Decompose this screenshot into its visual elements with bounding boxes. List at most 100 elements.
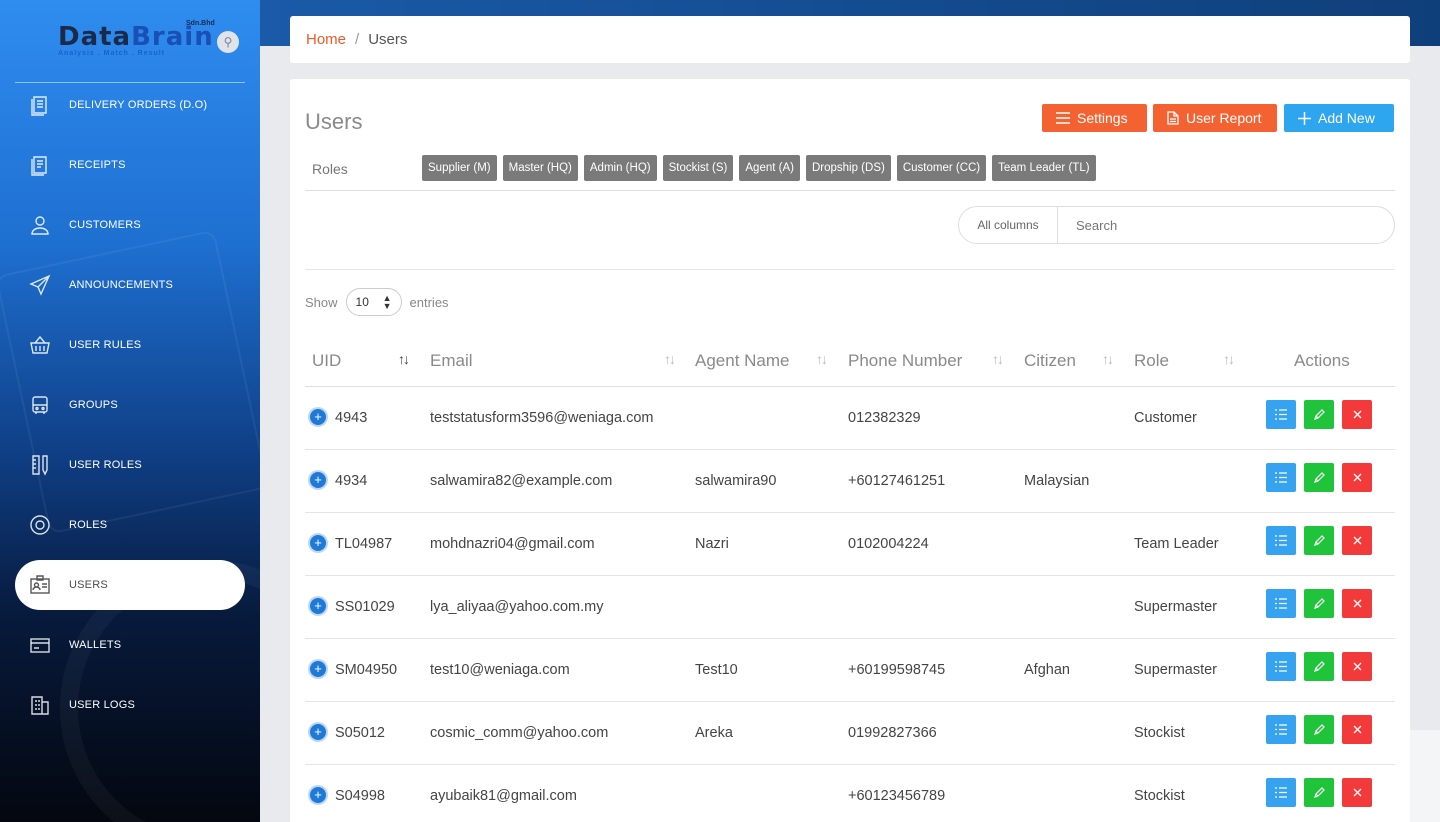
sidebar-item-customers[interactable]: CUSTOMERS bbox=[15, 195, 245, 255]
sidebar-item-delivery-orders-d-o[interactable]: DELIVERY ORDERS (D.O) bbox=[15, 75, 245, 135]
view-details-button[interactable] bbox=[1266, 400, 1296, 429]
view-details-button[interactable] bbox=[1266, 652, 1296, 681]
role-tag[interactable]: Master (HQ) bbox=[502, 155, 578, 181]
view-details-button[interactable] bbox=[1266, 778, 1296, 807]
list-icon bbox=[1275, 661, 1287, 672]
pencil-icon bbox=[1313, 409, 1325, 420]
expand-row-icon[interactable]: + bbox=[310, 409, 326, 425]
settings-button-label: Settings bbox=[1077, 110, 1128, 126]
bus-icon bbox=[29, 394, 51, 416]
breadcrumb-separator: / bbox=[355, 31, 360, 48]
pin-icon[interactable]: ⚲ bbox=[217, 31, 239, 53]
receipt-icon bbox=[29, 154, 51, 176]
select-arrows-icon: ▲ ▼ bbox=[382, 293, 392, 311]
table-row: +4934 salwamira82@example.com salwamira90 +… bbox=[305, 450, 1395, 513]
column-header-agent-name[interactable]: Agent Name bbox=[695, 351, 790, 371]
sidebar-item-receipts[interactable]: RECEIPTS bbox=[15, 135, 245, 195]
delete-button[interactable] bbox=[1342, 778, 1372, 807]
cell-phone: +60127461251 bbox=[848, 473, 946, 489]
edit-button[interactable] bbox=[1304, 463, 1334, 492]
view-details-button[interactable] bbox=[1266, 463, 1296, 492]
background-panel bbox=[1410, 730, 1440, 822]
logo-suffix: Sdn.Bhd bbox=[186, 20, 215, 27]
sort-icon[interactable]: ↑↓ bbox=[1223, 351, 1235, 367]
delete-button[interactable] bbox=[1342, 715, 1372, 744]
pencil-icon bbox=[1313, 787, 1325, 798]
divider bbox=[305, 190, 1395, 191]
entries-select[interactable]: 10 ▲ ▼ bbox=[345, 288, 402, 316]
expand-row-icon[interactable]: + bbox=[310, 724, 326, 740]
view-details-button[interactable] bbox=[1266, 526, 1296, 555]
sort-desc-icon[interactable]: ↑↓ bbox=[398, 351, 410, 367]
expand-row-icon[interactable]: + bbox=[310, 535, 326, 551]
sidebar-item-user-roles[interactable]: USER ROLES bbox=[15, 435, 245, 495]
search-column-select[interactable]: All columns bbox=[959, 207, 1058, 243]
sidebar-item-roles[interactable]: ROLES bbox=[15, 495, 245, 555]
expand-row-icon[interactable]: + bbox=[310, 787, 326, 803]
role-tag[interactable]: Supplier (M) bbox=[422, 155, 497, 181]
breadcrumb-home-link[interactable]: Home bbox=[306, 31, 346, 48]
add-new-button[interactable]: Add New bbox=[1284, 104, 1394, 132]
role-tag[interactable]: Customer (CC) bbox=[896, 155, 987, 181]
cell-role: Stockist bbox=[1134, 725, 1185, 741]
cell-email: salwamira82@example.com bbox=[430, 473, 613, 489]
settings-button[interactable]: Settings bbox=[1042, 104, 1147, 132]
expand-row-icon[interactable]: + bbox=[310, 661, 326, 677]
role-tag[interactable]: Team Leader (TL) bbox=[992, 155, 1096, 181]
table-row: + SM04950 test10@weniaga.com Test10 +6019959… bbox=[305, 639, 1395, 702]
delete-button[interactable] bbox=[1342, 589, 1372, 618]
role-tag[interactable]: Admin (HQ) bbox=[583, 155, 657, 181]
column-header-phone-number[interactable]: Phone Number bbox=[848, 351, 962, 371]
edit-button[interactable] bbox=[1304, 715, 1334, 744]
sidebar-item-users[interactable]: USERS bbox=[15, 560, 245, 610]
roles-label: Roles bbox=[312, 161, 348, 177]
role-tag[interactable]: Dropship (DS) bbox=[805, 155, 891, 181]
user-report-button[interactable]: User Report bbox=[1153, 104, 1277, 132]
expand-row-icon[interactable]: + bbox=[310, 472, 326, 488]
role-tag[interactable]: Agent (A) bbox=[739, 155, 800, 181]
sidebar-item-label: ROLES bbox=[69, 519, 108, 531]
users-card: Users Settings User Report Add New Roles… bbox=[290, 79, 1410, 822]
role-tag[interactable]: Stockist (S) bbox=[662, 155, 734, 181]
logo[interactable]: DataBrain Sdn.Bhd Analysis . Match . Res… bbox=[58, 20, 215, 66]
delete-button[interactable] bbox=[1342, 526, 1372, 555]
sidebar-item-user-rules[interactable]: USER RULES bbox=[15, 315, 245, 375]
column-header-citizen[interactable]: Citizen bbox=[1024, 351, 1076, 371]
column-header-uid[interactable]: UID bbox=[312, 351, 341, 371]
sidebar-item-label: CUSTOMERS bbox=[69, 219, 141, 231]
delete-button[interactable] bbox=[1342, 400, 1372, 429]
edit-button[interactable] bbox=[1304, 652, 1334, 681]
table-row: + S05012 cosmic_comm@yahoo.com Areka 0199282… bbox=[305, 702, 1395, 765]
edit-button[interactable] bbox=[1304, 526, 1334, 555]
sidebar-nav: DELIVERY ORDERS (D.O) RECEIPTS CUSTOMERS AN… bbox=[15, 75, 245, 735]
delete-button[interactable] bbox=[1342, 463, 1372, 492]
cell-role: Supermaster bbox=[1134, 662, 1218, 678]
sidebar-item-groups[interactable]: GROUPS bbox=[15, 375, 245, 435]
sidebar-item-wallets[interactable]: WALLETS bbox=[15, 615, 245, 675]
edit-button[interactable] bbox=[1304, 400, 1334, 429]
building-icon bbox=[29, 694, 51, 716]
list-icon bbox=[1275, 472, 1287, 483]
sort-icon[interactable]: ↑↓ bbox=[992, 351, 1004, 367]
sort-icon[interactable]: ↑↓ bbox=[664, 351, 676, 367]
sort-icon[interactable]: ↑↓ bbox=[1102, 351, 1114, 367]
close-icon bbox=[1353, 662, 1361, 671]
sidebar-item-announcements[interactable]: ANNOUNCEMENTS bbox=[15, 255, 245, 315]
cell-phone: +60123456789 bbox=[848, 788, 946, 804]
cell-phone: 0102004224 bbox=[848, 536, 929, 552]
edit-button[interactable] bbox=[1304, 589, 1334, 618]
column-header-role[interactable]: Role bbox=[1134, 351, 1169, 371]
expand-row-icon[interactable]: + bbox=[310, 598, 326, 614]
column-header-email[interactable]: Email bbox=[430, 351, 473, 371]
search-input[interactable] bbox=[1058, 207, 1394, 243]
entries-label: entries bbox=[409, 294, 449, 310]
view-details-button[interactable] bbox=[1266, 589, 1296, 618]
view-details-button[interactable] bbox=[1266, 715, 1296, 744]
sort-icon[interactable]: ↑↓ bbox=[816, 351, 828, 367]
sidebar-item-user-logs[interactable]: USER LOGS bbox=[15, 675, 245, 735]
edit-button[interactable] bbox=[1304, 778, 1334, 807]
delete-button[interactable] bbox=[1342, 652, 1372, 681]
user-report-button-label: User Report bbox=[1186, 110, 1262, 126]
cell-email: test10@weniaga.com bbox=[430, 662, 570, 678]
cell-uid: S05012 bbox=[335, 725, 385, 741]
